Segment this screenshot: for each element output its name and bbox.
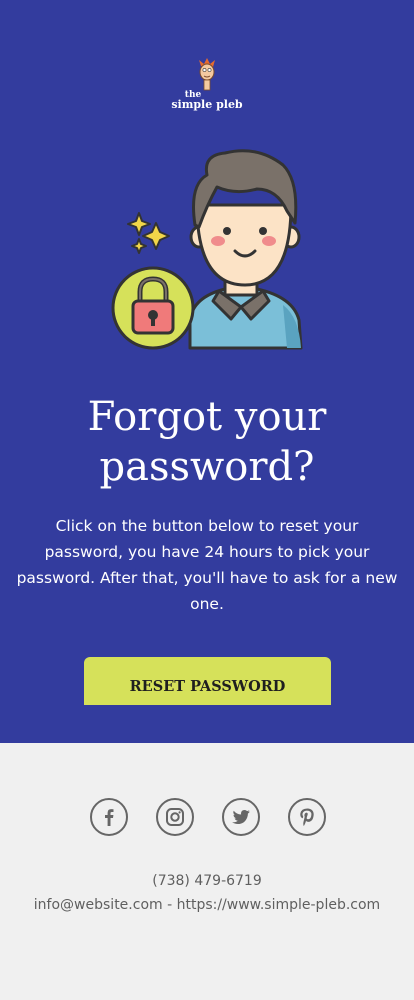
title-line-1: Forgot your [87, 394, 327, 440]
twitter-icon [232, 810, 250, 824]
user-with-padlock-illustration-icon [111, 149, 303, 350]
title-line-2: password? [99, 444, 315, 490]
reset-password-button[interactable]: RESET PASSWORD [84, 657, 331, 705]
social-links [0, 798, 414, 836]
pleb-face-logo-icon [199, 58, 215, 91]
facebook-icon [105, 809, 114, 826]
footer-phone: (738) 479-6719 [152, 873, 262, 889]
footer-email-link[interactable]: info@website.com [34, 897, 163, 913]
pinterest-icon [300, 808, 314, 826]
logo[interactable]: the simple pleb [0, 58, 414, 112]
logo-wordmark: the simple pleb [0, 90, 414, 110]
sparkle-icon [127, 212, 151, 236]
page-title: Forgot your password? [0, 392, 414, 492]
footer-website-link[interactable]: https://www.simple-pleb.com [177, 897, 381, 913]
sparkle-icon [131, 238, 147, 254]
sparkle-icon [142, 222, 170, 250]
instagram-link[interactable] [156, 798, 194, 836]
pinterest-link[interactable] [288, 798, 326, 836]
facebook-link[interactable] [90, 798, 128, 836]
hero-section: the simple pleb Forgot your password? Cl… [0, 0, 414, 743]
footer-separator: - [162, 897, 177, 913]
logo-main-text: simple pleb [171, 98, 243, 111]
instagram-icon [166, 808, 184, 826]
footer-contact: info@website.com - https://www.simple-pl… [0, 896, 414, 914]
instructions-text: Click on the button below to reset your … [16, 517, 398, 613]
twitter-link[interactable] [222, 798, 260, 836]
